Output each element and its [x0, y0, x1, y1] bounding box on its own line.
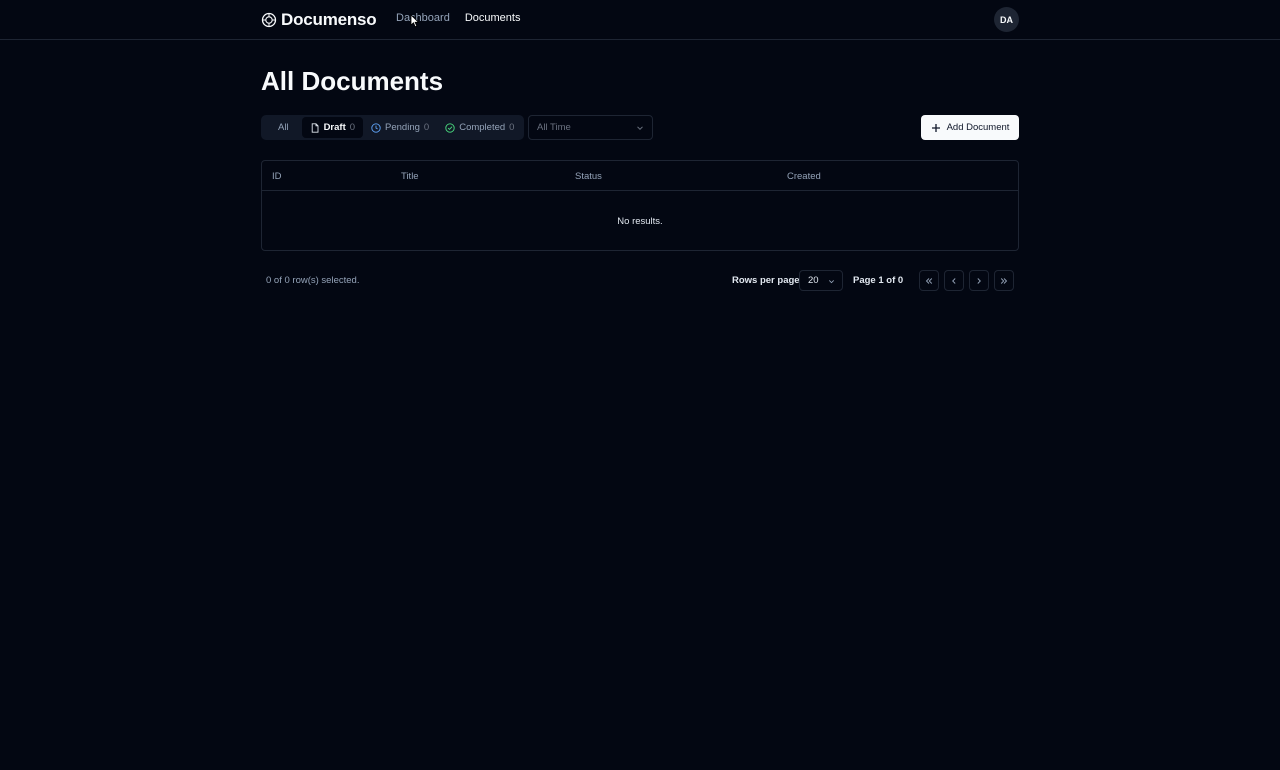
pagination-footer: 0 of 0 row(s) selected. Rows per page 20…	[261, 270, 1019, 291]
chevrons-right-icon	[1000, 277, 1008, 284]
documenso-logo-icon	[261, 12, 277, 28]
column-header-id[interactable]: ID	[272, 171, 282, 182]
add-document-label: Add Document	[946, 122, 1010, 133]
first-page-button[interactable]	[919, 270, 939, 291]
last-page-button[interactable]	[994, 270, 1014, 291]
tab-pending-label: Pending	[385, 122, 420, 133]
table-header: ID Title Status Created	[262, 161, 1018, 191]
tab-all-label: All	[278, 122, 289, 133]
user-avatar[interactable]: DA	[994, 7, 1019, 32]
period-select[interactable]: All Time	[528, 115, 653, 140]
next-page-button[interactable]	[969, 270, 989, 291]
tab-pending[interactable]: Pending 0	[363, 117, 437, 138]
chevron-down-icon	[637, 126, 643, 131]
mouse-cursor-icon	[410, 14, 420, 28]
nav-dashboard-link[interactable]: Dashboard	[396, 12, 450, 24]
tab-completed-label: Completed	[459, 122, 506, 133]
column-header-status[interactable]: Status	[575, 171, 602, 182]
chevron-down-icon	[829, 280, 834, 284]
chevron-right-icon	[977, 277, 981, 284]
check-circle-icon	[445, 122, 455, 133]
tab-draft-count: 0	[349, 122, 356, 133]
file-icon	[311, 122, 319, 133]
documents-table: ID Title Status Created No results.	[261, 160, 1019, 251]
status-tabs: All Draft 0 Pending 0 Completed 0	[261, 115, 525, 140]
rows-per-page-value: 20	[808, 275, 819, 286]
column-header-title[interactable]: Title	[401, 171, 419, 182]
top-nav-bar: Documenso Dashboard Documents DA	[0, 0, 1280, 40]
page-info: Page 1 of 0	[853, 275, 904, 286]
page-title: All Documents	[261, 66, 444, 96]
previous-page-button[interactable]	[944, 270, 964, 291]
rows-per-page-label: Rows per page	[732, 275, 800, 286]
tab-all[interactable]: All	[263, 117, 302, 138]
period-select-value: All Time	[537, 122, 571, 133]
nav-documents-link[interactable]: Documents	[465, 12, 521, 24]
add-document-button[interactable]: Add Document	[921, 115, 1019, 140]
rows-per-page-select[interactable]: 20	[799, 270, 843, 291]
empty-state-message: No results.	[617, 216, 663, 227]
chevron-left-icon	[952, 277, 956, 284]
column-header-created[interactable]: Created	[787, 171, 821, 182]
tab-completed-count: 0	[509, 122, 515, 133]
app-logo[interactable]: Documenso	[261, 10, 377, 30]
tab-draft-label: Draft	[323, 122, 346, 133]
tab-pending-count: 0	[423, 122, 430, 133]
tab-draft[interactable]: Draft 0	[301, 117, 364, 138]
app-name: Documenso	[281, 10, 377, 29]
clock-icon	[371, 122, 381, 133]
tab-completed[interactable]: Completed 0	[437, 117, 522, 138]
selection-count: 0 of 0 row(s) selected.	[266, 275, 360, 286]
plus-icon	[931, 123, 940, 132]
chevrons-left-icon	[925, 277, 933, 284]
